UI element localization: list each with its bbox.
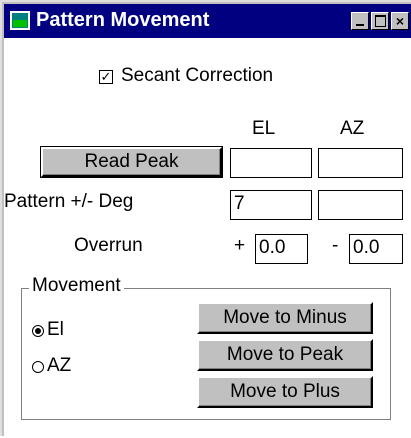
overrun-minus-field[interactable]: 0.0 xyxy=(349,234,403,264)
pattern-az-field[interactable] xyxy=(318,190,403,220)
az-radio-button[interactable] xyxy=(32,361,44,373)
read-peak-button[interactable]: Read Peak xyxy=(40,146,223,178)
title-bar[interactable]: Pattern Movement × xyxy=(4,4,411,38)
window-title: Pattern Movement xyxy=(36,9,210,31)
close-button[interactable]: × xyxy=(391,12,409,30)
overrun-minus-sign: - xyxy=(332,235,339,256)
minimize-button[interactable] xyxy=(351,12,369,30)
overrun-plus-field[interactable]: 0.0 xyxy=(255,234,308,264)
secant-correction-checkbox[interactable]: ✓ xyxy=(99,70,113,84)
pattern-deg-label: Pattern +/- Deg xyxy=(4,191,134,212)
dialog-client-area: ✓ Secant Correction EL AZ Read Peak Patt… xyxy=(4,38,411,438)
pattern-el-field[interactable]: 7 xyxy=(230,190,312,220)
maximize-button[interactable] xyxy=(371,12,389,30)
overrun-plus-sign: + xyxy=(234,235,246,256)
az-column-header: AZ xyxy=(340,118,365,139)
el-column-header: EL xyxy=(252,118,276,139)
read-peak-az-field[interactable] xyxy=(318,148,403,178)
pattern-movement-window: Pattern Movement × ✓ Secant Correction E… xyxy=(0,0,411,438)
move-to-plus-button[interactable]: Move to Plus xyxy=(197,376,373,408)
move-to-peak-button[interactable]: Move to Peak xyxy=(197,339,373,371)
el-radio-label[interactable]: El xyxy=(47,319,64,341)
secant-correction-label[interactable]: Secant Correction xyxy=(121,65,273,87)
move-to-minus-button[interactable]: Move to Minus xyxy=(197,302,373,334)
az-radio-label[interactable]: AZ xyxy=(47,355,71,377)
overrun-label: Overrun xyxy=(74,235,143,256)
read-peak-el-field[interactable] xyxy=(230,148,312,178)
movement-group-label: Movement xyxy=(29,275,124,297)
el-radio-button[interactable] xyxy=(32,325,44,337)
app-icon[interactable] xyxy=(10,11,30,30)
